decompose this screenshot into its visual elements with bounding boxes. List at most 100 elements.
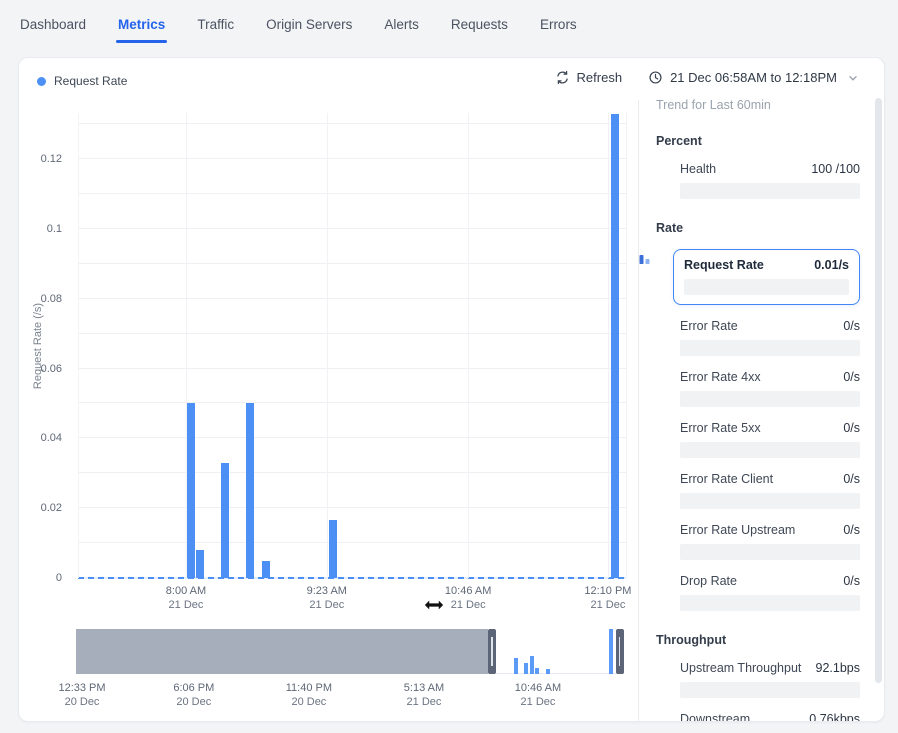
brush-tick-label: 12:33 PM20 Dec xyxy=(58,681,105,709)
metric-sparkline xyxy=(680,595,860,611)
v-gridline xyxy=(327,113,328,578)
metric-sparkline xyxy=(680,391,860,407)
trend-sidebar: Trend for Last 60min PercentHealth100 /1… xyxy=(656,98,860,722)
y-tick-label: 0.02 xyxy=(22,502,62,514)
tab-requests[interactable]: Requests xyxy=(449,2,510,47)
bar-823am[interactable] xyxy=(221,463,229,578)
metric-error-rate-4xx[interactable]: Error Rate 4xx 0/s xyxy=(680,370,860,407)
refresh-label: Refresh xyxy=(577,70,623,85)
metric-sparkline xyxy=(680,183,860,199)
y-axis-ticks: 00.020.040.060.080.10.12 xyxy=(19,113,71,578)
x-axis-ticks: 8:00 AM21 Dec9:23 AM21 Dec10:46 AM21 Dec… xyxy=(78,584,626,614)
tab-origin-servers[interactable]: Origin Servers xyxy=(264,2,354,47)
h-gridline xyxy=(78,298,626,299)
brush-handle-left[interactable] xyxy=(488,629,496,674)
metric-label: Health xyxy=(680,162,716,176)
metric-sparkline xyxy=(680,442,860,458)
metric-error-rate-client[interactable]: Error Rate Client0/s xyxy=(680,472,860,509)
bar-808am[interactable] xyxy=(196,550,204,578)
tab-metrics[interactable]: Metrics xyxy=(116,2,167,47)
sidebar-divider xyxy=(638,100,639,721)
y-tick-label: 0.12 xyxy=(22,153,62,165)
metric-upstream-throughput[interactable]: Upstream Throughput 92.1bps xyxy=(680,661,860,698)
brush-bar xyxy=(535,668,539,674)
metric-label: Error Rate 5xx xyxy=(680,421,761,435)
metric-value: 0/s xyxy=(843,574,860,588)
metric-value: 0/s xyxy=(843,523,860,537)
brush-bar xyxy=(514,658,518,674)
metric-error-rate[interactable]: Error Rate0/s xyxy=(680,319,860,356)
metric-sparkline xyxy=(684,279,849,295)
metric-error-rate-upstream[interactable]: Error Rate Upstream 0/s xyxy=(680,523,860,560)
section-title-rate: Rate xyxy=(656,221,860,235)
section-title-throughput: Throughput xyxy=(656,633,860,647)
brush-handle-right[interactable] xyxy=(616,629,624,674)
metric-error-rate-5xx[interactable]: Error Rate 5xx 0/s xyxy=(680,421,860,458)
metric-label: Upstream Throughput xyxy=(680,661,801,675)
brush-tick-label: 10:46 AM21 Dec xyxy=(515,681,561,709)
h-gridline xyxy=(78,437,626,438)
metric-sparkline xyxy=(680,493,860,509)
metric-value: 0.76kbps xyxy=(809,712,860,722)
chart-controls: Refresh 21 Dec 06:58AM to 12:18PM xyxy=(555,70,860,85)
legend-request-rate[interactable]: Request Rate xyxy=(37,74,127,88)
metric-label: Request Rate xyxy=(684,258,764,272)
bar-847am[interactable] xyxy=(262,561,270,578)
tab-dashboard[interactable]: Dashboard xyxy=(18,2,88,47)
y-tick-label: 0.04 xyxy=(22,432,62,444)
h-gridline xyxy=(78,123,626,124)
bar-1214pm[interactable] xyxy=(611,114,619,578)
y-tick-label: 0.08 xyxy=(22,293,62,305)
metric-label: Drop Rate xyxy=(680,574,737,588)
metric-value: 0/s xyxy=(843,319,860,333)
metric-value: 92.1bps xyxy=(816,661,860,675)
metric-sparkline xyxy=(680,682,860,698)
metric-value: 0.01/s xyxy=(814,258,849,272)
y-tick-label: 0.1 xyxy=(22,223,62,235)
x-tick-label: 9:23 AM21 Dec xyxy=(307,584,347,612)
metric-sparkline xyxy=(680,544,860,560)
top-nav: Dashboard Metrics Traffic Origin Servers Ale… xyxy=(0,0,898,48)
h-gridline xyxy=(78,402,626,403)
bar-838am[interactable] xyxy=(246,403,254,578)
metric-value: 0/s xyxy=(843,421,860,435)
y-tick-label: 0.06 xyxy=(22,363,62,375)
metric-label: Error Rate Client xyxy=(680,472,773,486)
h-gridline xyxy=(78,333,626,334)
sidebar-scrollbar[interactable] xyxy=(875,98,882,683)
brush-mini-chart[interactable] xyxy=(76,629,624,674)
bar-chart-icon xyxy=(638,252,652,266)
brush-unselected-overlay xyxy=(76,629,488,674)
x-tick-label: 10:46 AM21 Dec xyxy=(445,584,491,612)
chevron-down-icon xyxy=(846,71,860,85)
brush-bar xyxy=(524,663,528,674)
metric-downstream-throughput[interactable]: Downstream Throughput0.76kbps xyxy=(680,712,860,722)
brush-tick-label: 11:40 PM20 Dec xyxy=(286,681,332,709)
metric-health[interactable]: Health 100 /100 xyxy=(680,162,860,199)
h-gridline xyxy=(78,193,626,194)
legend-dot-icon xyxy=(37,77,46,86)
request-rate-chart[interactable] xyxy=(78,113,626,578)
bar-927am[interactable] xyxy=(329,520,337,578)
brush-tick-label: 5:13 AM21 Dec xyxy=(404,681,444,709)
brush-bar xyxy=(609,629,613,674)
h-gridline xyxy=(78,542,626,543)
section-title-percent: Percent xyxy=(656,134,860,148)
tab-traffic[interactable]: Traffic xyxy=(195,2,236,47)
x-tick-label: 12:10 PM21 Dec xyxy=(584,584,631,612)
metric-label: Error Rate 4xx xyxy=(680,370,761,384)
metric-value: 100 /100 xyxy=(811,162,860,176)
tab-errors[interactable]: Errors xyxy=(538,2,579,47)
refresh-button[interactable]: Refresh xyxy=(555,70,623,85)
h-gridline xyxy=(78,472,626,473)
clock-icon xyxy=(648,70,663,85)
date-range-picker[interactable]: 21 Dec 06:58AM to 12:18PM xyxy=(648,70,860,85)
metric-label: Error Rate Upstream xyxy=(680,523,795,537)
metric-request-rate[interactable]: Request Rate 0.01/s xyxy=(673,249,860,305)
metric-value: 0/s xyxy=(843,370,860,384)
tab-alerts[interactable]: Alerts xyxy=(382,2,421,47)
metric-sparkline xyxy=(680,340,860,356)
legend-label: Request Rate xyxy=(54,74,127,88)
metric-drop-rate[interactable]: Drop Rate 0/s xyxy=(680,574,860,611)
bar-803am[interactable] xyxy=(187,403,195,578)
